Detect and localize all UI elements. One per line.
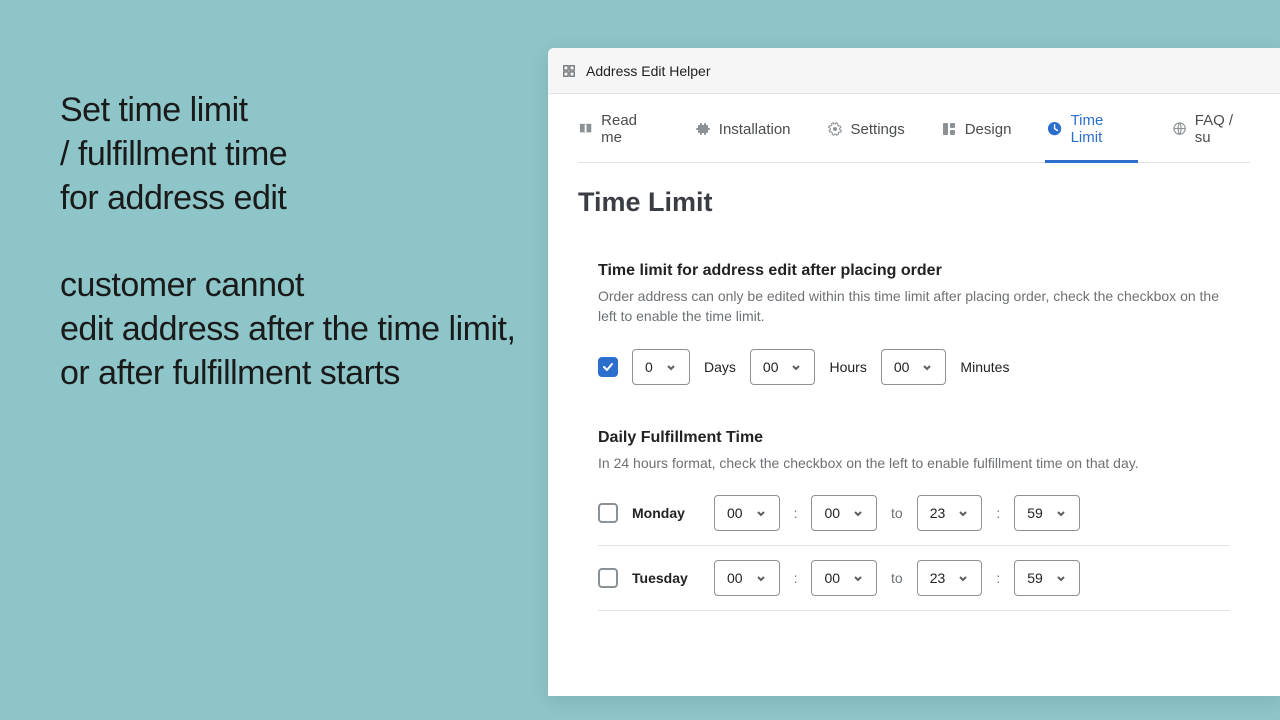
time-colon: :: [794, 570, 798, 586]
to-label: to: [891, 505, 903, 521]
chevron-down-icon: [790, 361, 802, 373]
day-rows: Monday 00 : 00 to 23 :: [598, 495, 1230, 611]
tuesday-checkbox[interactable]: [598, 568, 618, 588]
marketing-line: or after fulfillment starts: [60, 351, 520, 395]
time-limit-section: Time limit for address edit after placin…: [578, 262, 1250, 385]
window-titlebar: Address Edit Helper: [548, 48, 1280, 94]
minutes-label: Minutes: [960, 359, 1009, 375]
book-icon: [578, 121, 593, 137]
select-value: 00: [824, 570, 840, 586]
app-content: Read me Installation Settings Design: [548, 94, 1280, 611]
tuesday-end-hour-select[interactable]: 23: [917, 560, 983, 596]
marketing-line: Set time limit: [60, 88, 520, 132]
hours-select[interactable]: 00: [750, 349, 816, 385]
tab-readme[interactable]: Read me: [578, 112, 659, 162]
tuesday-start-min-select[interactable]: 00: [811, 560, 877, 596]
select-value: 23: [930, 505, 946, 521]
marketing-copy: Set time limit / fulfillment time for ad…: [60, 88, 520, 395]
tab-faq[interactable]: FAQ / su: [1172, 112, 1250, 162]
minutes-select[interactable]: 00: [881, 349, 947, 385]
tab-bar: Read me Installation Settings Design: [578, 94, 1250, 163]
time-colon: :: [996, 505, 1000, 521]
section-title: Time limit for address edit after placin…: [598, 262, 1230, 280]
tab-label: Installation: [719, 121, 791, 138]
chevron-down-icon: [957, 507, 969, 519]
days-select[interactable]: 0: [632, 349, 690, 385]
marketing-line: customer cannot: [60, 263, 520, 307]
gear-icon: [827, 121, 843, 137]
monday-start-hour-select[interactable]: 00: [714, 495, 780, 531]
marketing-line: / fulfillment time: [60, 132, 520, 176]
select-value: 23: [930, 570, 946, 586]
tab-label: Settings: [851, 121, 905, 138]
section-desc: Order address can only be edited within …: [598, 286, 1230, 327]
day-row-monday: Monday 00 : 00 to 23 :: [598, 495, 1230, 546]
time-limit-checkbox[interactable]: [598, 357, 618, 377]
to-label: to: [891, 570, 903, 586]
chevron-down-icon: [755, 507, 767, 519]
day-label: Tuesday: [632, 570, 700, 586]
design-icon: [941, 121, 957, 137]
chevron-down-icon: [852, 507, 864, 519]
tab-label: Design: [965, 121, 1012, 138]
monday-start-min-select[interactable]: 00: [811, 495, 877, 531]
chevron-down-icon: [957, 572, 969, 584]
chevron-down-icon: [1055, 507, 1067, 519]
monday-checkbox[interactable]: [598, 503, 618, 523]
puzzle-icon: [695, 121, 711, 137]
select-value: 59: [1027, 570, 1043, 586]
tab-label: FAQ / su: [1195, 112, 1250, 146]
section-title: Daily Fulfillment Time: [598, 429, 1230, 447]
time-colon: :: [996, 570, 1000, 586]
select-value: 00: [727, 505, 743, 521]
chevron-down-icon: [755, 572, 767, 584]
chevron-down-icon: [921, 361, 933, 373]
monday-end-min-select[interactable]: 59: [1014, 495, 1080, 531]
days-label: Days: [704, 359, 736, 375]
select-value: 00: [727, 570, 743, 586]
tab-installation[interactable]: Installation: [695, 112, 791, 162]
tuesday-end-min-select[interactable]: 59: [1014, 560, 1080, 596]
clock-icon: [1047, 121, 1062, 137]
monday-end-hour-select[interactable]: 23: [917, 495, 983, 531]
tab-label: Read me: [601, 112, 659, 146]
day-label: Monday: [632, 505, 700, 521]
select-value: 00: [824, 505, 840, 521]
tab-label: Time Limit: [1071, 112, 1136, 146]
select-value: 0: [645, 359, 653, 375]
app-window: Address Edit Helper Read me Installation…: [548, 48, 1280, 696]
select-value: 00: [894, 359, 910, 375]
tuesday-start-hour-select[interactable]: 00: [714, 560, 780, 596]
chevron-down-icon: [1055, 572, 1067, 584]
tab-settings[interactable]: Settings: [827, 112, 905, 162]
marketing-line: for address edit: [60, 176, 520, 220]
section-desc: In 24 hours format, check the checkbox o…: [598, 453, 1230, 473]
globe-icon: [1172, 121, 1187, 137]
day-row-tuesday: Tuesday 00 : 00 to 23 :: [598, 546, 1230, 611]
time-limit-row: 0 Days 00 Hours 00 Minutes: [598, 349, 1230, 385]
chevron-down-icon: [665, 361, 677, 373]
page-title: Time Limit: [578, 187, 1250, 218]
fulfillment-section: Daily Fulfillment Time In 24 hours forma…: [578, 429, 1250, 611]
chevron-down-icon: [852, 572, 864, 584]
marketing-line: edit address after the time limit,: [60, 307, 520, 351]
time-colon: :: [794, 505, 798, 521]
window-title: Address Edit Helper: [586, 63, 711, 79]
tab-design[interactable]: Design: [941, 112, 1012, 162]
tab-time-limit[interactable]: Time Limit: [1047, 112, 1135, 162]
app-icon: [562, 64, 576, 78]
select-value: 00: [763, 359, 779, 375]
select-value: 59: [1027, 505, 1043, 521]
hours-label: Hours: [829, 359, 866, 375]
